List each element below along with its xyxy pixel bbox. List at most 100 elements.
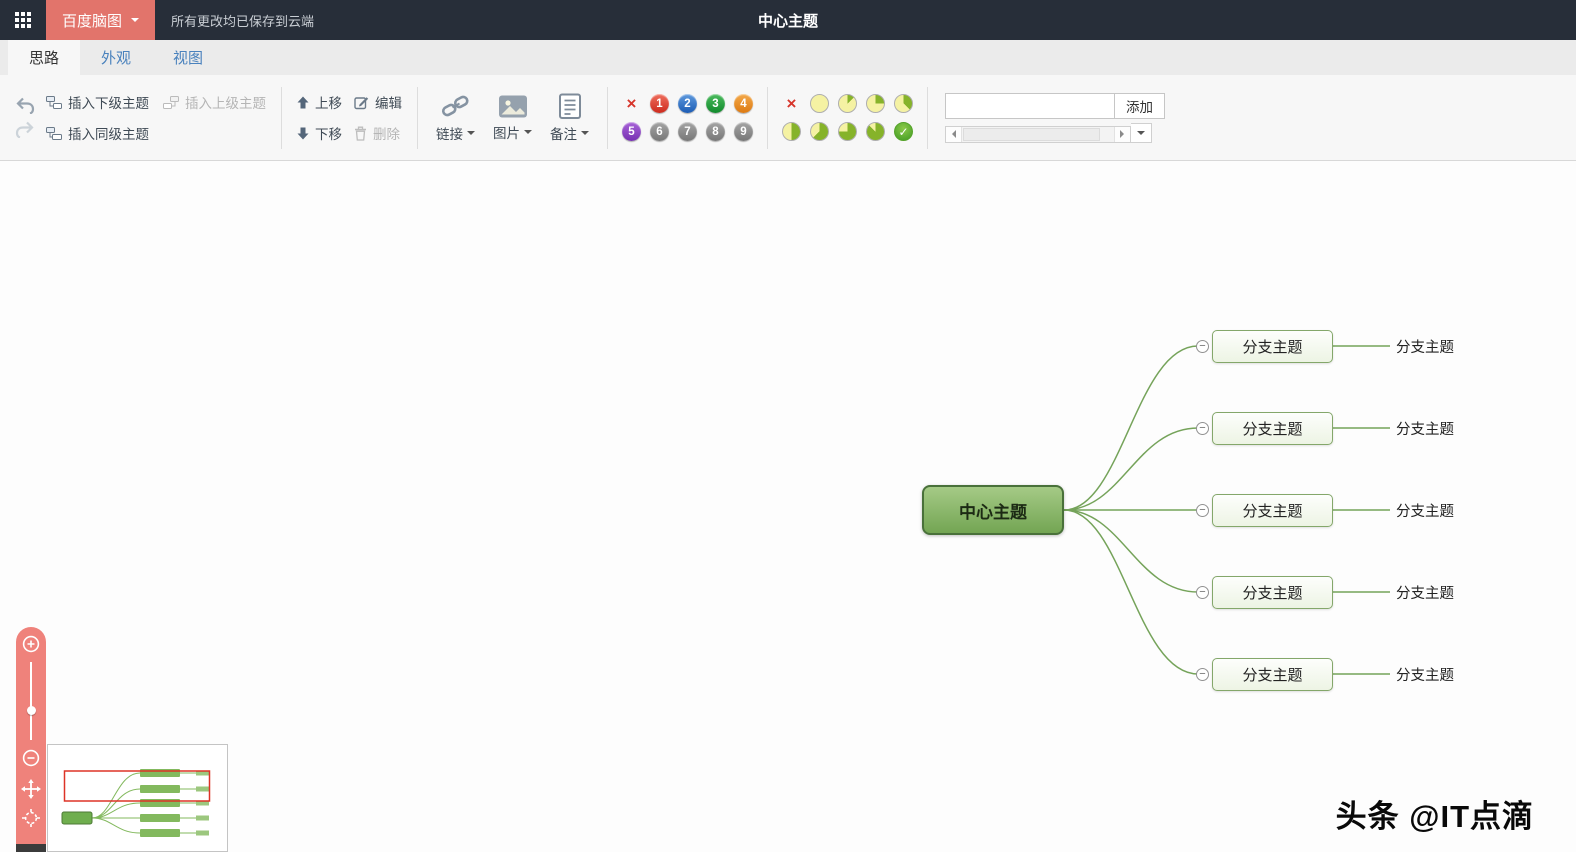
tag-scrollbar[interactable] xyxy=(945,125,1131,143)
zoom-panel xyxy=(16,627,46,852)
branch-node-1[interactable]: 分支主题 xyxy=(1212,330,1333,363)
insert-child-topic-button[interactable]: 插入下级主题 xyxy=(40,89,155,115)
zoom-in-button[interactable] xyxy=(22,635,40,653)
undo-button[interactable] xyxy=(10,96,40,115)
locate-target-icon xyxy=(22,809,40,827)
branch-node-2[interactable]: 分支主题 xyxy=(1212,412,1333,445)
progress-3-icon[interactable] xyxy=(894,94,913,113)
redo-icon xyxy=(15,121,34,139)
priority-4[interactable]: 4 xyxy=(734,94,753,113)
progress-1-icon[interactable] xyxy=(838,94,857,113)
zoom-panel-footer xyxy=(16,844,46,852)
priority-3[interactable]: 3 xyxy=(706,94,725,113)
collapse-icon[interactable]: − xyxy=(1196,668,1209,681)
priority-group: × 1 2 3 4 5 6 7 8 9 xyxy=(621,93,754,142)
insert-sibling-topic-button[interactable]: 插入同级主题 xyxy=(40,120,155,146)
zoom-out-button[interactable] xyxy=(22,749,40,767)
tab-appearance[interactable]: 外观 xyxy=(80,40,152,75)
minimap-preview xyxy=(61,769,211,837)
insert-child-icon xyxy=(46,95,62,109)
apps-grid-button[interactable] xyxy=(0,0,46,40)
tag-add-button[interactable]: 添加 xyxy=(1115,92,1165,119)
progress-remove-icon[interactable]: × xyxy=(787,95,797,112)
scroll-left-button[interactable] xyxy=(946,126,962,142)
progress-done-icon[interactable]: ✓ xyxy=(894,122,913,141)
note-button[interactable]: 备注 xyxy=(541,91,598,145)
progress-2-icon[interactable] xyxy=(866,94,885,113)
progress-7-icon[interactable] xyxy=(866,122,885,141)
tag-input[interactable] xyxy=(945,92,1115,119)
progress-group: × ✓ xyxy=(781,93,914,142)
image-label: 图片 xyxy=(493,125,520,141)
redo-button[interactable] xyxy=(10,120,40,139)
pan-tool-button[interactable] xyxy=(21,779,41,799)
move-up-button[interactable]: 上移 xyxy=(291,89,348,115)
scroll-right-button[interactable] xyxy=(1114,126,1130,142)
progress-0-icon[interactable] xyxy=(810,94,829,113)
mindmap-canvas[interactable]: 中心主题 分支主题 分支主题 分支主题 分支主题 分支主题 − − − − − … xyxy=(0,161,1576,852)
tab-idea[interactable]: 思路 xyxy=(8,40,81,75)
priority-6[interactable]: 6 xyxy=(650,122,669,141)
leaf-topic-1[interactable]: 分支主题 xyxy=(1396,336,1454,357)
branch-node-5[interactable]: 分支主题 xyxy=(1212,658,1333,691)
leaf-topic-4[interactable]: 分支主题 xyxy=(1396,582,1454,603)
edit-icon xyxy=(354,96,369,109)
collapse-icon[interactable]: − xyxy=(1196,340,1209,353)
zoom-in-icon xyxy=(22,635,40,653)
watermark: 头条 @IT点滴 xyxy=(1335,799,1534,834)
leaf-topic-3[interactable]: 分支主题 xyxy=(1396,500,1454,521)
chevron-down-icon xyxy=(581,130,589,139)
arrow-up-icon xyxy=(297,96,309,108)
priority-remove-icon[interactable]: × xyxy=(627,95,637,112)
progress-5-icon[interactable] xyxy=(810,122,829,141)
collapse-icon[interactable]: − xyxy=(1196,422,1209,435)
priority-8[interactable]: 8 xyxy=(706,122,725,141)
priority-1[interactable]: 1 xyxy=(650,94,669,113)
progress-4-icon[interactable] xyxy=(782,122,801,141)
minimap-viewport[interactable] xyxy=(63,770,211,802)
branch-node-3[interactable]: 分支主题 xyxy=(1212,494,1333,527)
root-node[interactable]: 中心主题 xyxy=(922,485,1064,535)
collapse-icon[interactable]: − xyxy=(1196,586,1209,599)
progress-6-icon[interactable] xyxy=(838,122,857,141)
leaf-topic-5[interactable]: 分支主题 xyxy=(1396,664,1454,685)
insert-child-label: 插入下级主题 xyxy=(68,96,149,111)
tag-dropdown-button[interactable] xyxy=(1131,122,1152,143)
document-title: 中心主题 xyxy=(757,12,819,30)
chevron-down-icon xyxy=(467,130,475,139)
chevron-down-icon xyxy=(131,18,140,26)
navigator-minimap[interactable] xyxy=(47,744,228,852)
priority-9[interactable]: 9 xyxy=(734,122,753,141)
grid-icon xyxy=(15,12,31,28)
scrollbar-thumb[interactable] xyxy=(963,127,1100,141)
move-up-label: 上移 xyxy=(315,96,342,111)
zoom-slider[interactable] xyxy=(22,662,40,740)
leaf-topic-2[interactable]: 分支主题 xyxy=(1396,418,1454,439)
edit-group: 编辑 删除 xyxy=(348,89,408,146)
move-down-button[interactable]: 下移 xyxy=(291,120,348,146)
toolbar-separator xyxy=(281,86,282,149)
note-label: 备注 xyxy=(550,126,577,142)
zoom-slider-knob[interactable] xyxy=(26,706,36,715)
locate-center-button[interactable] xyxy=(21,808,41,828)
priority-5[interactable]: 5 xyxy=(622,122,641,141)
app-menu-button[interactable]: 百度脑图 xyxy=(46,0,156,40)
branch-node-4[interactable]: 分支主题 xyxy=(1212,576,1333,609)
insert-group: 插入下级主题 插入上级主题 插入同级主题 xyxy=(40,89,272,146)
connection-lines xyxy=(1063,345,1390,675)
zoom-out-icon xyxy=(22,749,40,767)
link-button[interactable]: 链接 xyxy=(427,91,484,145)
pan-move-icon xyxy=(21,779,41,799)
delete-button[interactable]: 删除 xyxy=(348,120,408,146)
priority-2[interactable]: 2 xyxy=(678,94,697,113)
triangle-left-icon xyxy=(948,130,956,138)
link-label: 链接 xyxy=(436,126,463,142)
collapse-icon[interactable]: − xyxy=(1196,504,1209,517)
image-button[interactable]: 图片 xyxy=(484,92,541,144)
priority-7[interactable]: 7 xyxy=(678,122,697,141)
scrollbar-track[interactable] xyxy=(962,127,1114,142)
chevron-down-icon xyxy=(524,129,532,138)
tab-view[interactable]: 视图 xyxy=(152,40,224,75)
insert-parent-topic-button[interactable]: 插入上级主题 xyxy=(157,89,272,115)
edit-button[interactable]: 编辑 xyxy=(348,89,408,115)
